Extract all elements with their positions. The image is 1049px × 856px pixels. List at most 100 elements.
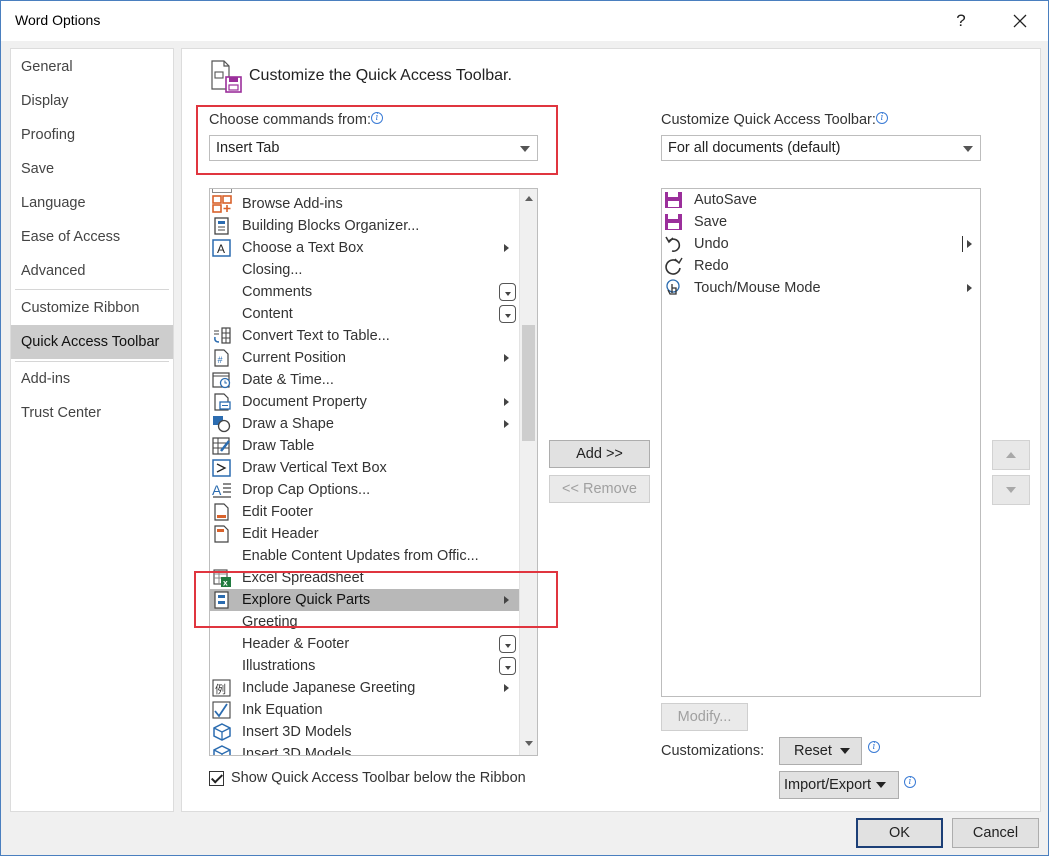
list-item[interactable]: Closing... (210, 259, 520, 281)
list-item[interactable]: Building Blocks Organizer... (210, 215, 520, 237)
info-icon[interactable]: i (868, 741, 880, 753)
nav-item-quick-access-toolbar[interactable]: Quick Access Toolbar (11, 325, 173, 359)
list-item[interactable]: Save (662, 211, 980, 233)
list-item-label: Draw Table (242, 438, 315, 454)
list-item-label: Comments (242, 284, 313, 300)
list-item-label: Insert 3D Models (242, 746, 352, 756)
quick-access-toolbar-icon (211, 60, 242, 93)
list-item[interactable]: Comments (210, 281, 520, 303)
svg-text:A: A (217, 242, 225, 256)
nav-item-trust-center[interactable]: Trust Center (11, 396, 173, 430)
list-item-label: Save (694, 214, 728, 230)
commands-list[interactable]: Browse Add-ins Building Blocks Organizer… (209, 188, 538, 756)
import-export-button[interactable]: Import/Export (779, 771, 899, 799)
show-below-ribbon-checkbox[interactable] (209, 771, 224, 786)
chevron-right-icon (504, 420, 509, 428)
text-box-icon: A (212, 239, 231, 257)
list-item[interactable]: Convert Text to Table... (210, 325, 520, 347)
list-item[interactable]: Touch/Mouse Mode (662, 277, 980, 299)
list-item-label: AutoSave (694, 192, 757, 208)
list-item[interactable]: Enable Content Updates from Offic... (210, 545, 520, 567)
list-item[interactable]: Browse Add-ins (210, 193, 520, 215)
list-item[interactable]: Draw a Shape (210, 413, 520, 435)
page-title: Customize the Quick Access Toolbar. (249, 67, 512, 84)
options-nav: General Display Proofing Save Language E… (10, 48, 174, 812)
scroll-thumb[interactable] (522, 325, 535, 441)
window-title: Word Options (15, 12, 101, 28)
info-icon[interactable]: i (875, 112, 888, 124)
list-item-label: Enable Content Updates from Offic... (242, 548, 479, 564)
list-item[interactable]: Insert 3D Models (210, 721, 520, 743)
list-item[interactable]: Date & Time... (210, 369, 520, 391)
list-item[interactable]: Draw Table (210, 435, 520, 457)
nav-item-proofing[interactable]: Proofing (11, 118, 173, 152)
current-position-icon: # (214, 349, 229, 367)
save-icon (665, 214, 682, 230)
list-item[interactable]: # Current Position (210, 347, 520, 369)
list-item[interactable]: A Choose a Text Box (210, 237, 520, 259)
nav-item-display[interactable]: Display (11, 84, 173, 118)
list-item[interactable]: Content (210, 303, 520, 325)
nav-item-ease-of-access[interactable]: Ease of Access (11, 220, 173, 254)
list-item-label: Edit Footer (242, 504, 313, 520)
toolbar-commands-list[interactable]: AutoSave Save Undo Redo Touch/Mouse Mode (661, 188, 981, 697)
chevron-down-icon (839, 748, 850, 755)
list-item-label: Edit Header (242, 526, 319, 542)
list-item[interactable]: Document Property (210, 391, 520, 413)
highlight-box (194, 571, 558, 628)
scroll-down-button[interactable] (520, 735, 537, 752)
nav-item-save[interactable]: Save (11, 152, 173, 186)
list-item-label: Draw a Shape (242, 416, 334, 432)
list-item[interactable]: A Drop Cap Options... (210, 479, 520, 501)
cancel-button[interactable]: Cancel (952, 818, 1039, 848)
list-item-label: Header & Footer (242, 636, 350, 652)
move-down-button[interactable] (992, 475, 1030, 505)
dropdown-icon (499, 283, 516, 301)
ink-equation-icon (212, 701, 231, 719)
help-button[interactable]: ? (946, 7, 976, 35)
reset-button[interactable]: Reset (779, 737, 862, 765)
list-item-label: Browse Add-ins (242, 196, 343, 212)
title-bar: Word Options ? (1, 1, 1048, 41)
touch-mode-icon (666, 279, 680, 295)
list-item[interactable]: Insert 3D Models (210, 743, 520, 756)
word-options-dialog: Word Options ? General Display Proofing … (0, 0, 1049, 856)
document-property-icon (214, 393, 231, 411)
add-ins-icon (212, 195, 232, 213)
move-up-button[interactable] (992, 440, 1030, 470)
close-icon (1013, 14, 1027, 28)
close-button[interactable] (1005, 7, 1035, 35)
scroll-up-button[interactable] (520, 190, 537, 207)
list-item[interactable]: Edit Footer (210, 501, 520, 523)
list-item[interactable]: Draw Vertical Text Box (210, 457, 520, 479)
nav-item-customize-ribbon[interactable]: Customize Ribbon (11, 291, 173, 325)
list-item[interactable]: Ink Equation (210, 699, 520, 721)
commands-scrollbar[interactable] (519, 189, 537, 755)
list-item[interactable]: AutoSave (662, 189, 980, 211)
undo-icon (665, 236, 681, 252)
list-item[interactable]: 例 Include Japanese Greeting (210, 677, 520, 699)
list-item[interactable]: Redo (662, 255, 980, 277)
list-item[interactable]: Header & Footer (210, 633, 520, 655)
list-item-label: Include Japanese Greeting (242, 680, 416, 696)
customize-toolbar-dropdown[interactable]: For all documents (default) (661, 135, 981, 161)
nav-item-advanced[interactable]: Advanced (11, 254, 173, 288)
nav-item-general[interactable]: General (11, 50, 173, 84)
vertical-text-box-icon (212, 459, 231, 477)
nav-item-add-ins[interactable]: Add-ins (11, 362, 173, 396)
list-item-label: Convert Text to Table... (242, 328, 390, 344)
modify-button[interactable]: Modify... (661, 703, 748, 731)
add-button[interactable]: Add >> (549, 440, 650, 468)
list-item-label: Building Blocks Organizer... (242, 218, 420, 234)
ok-button[interactable]: OK (856, 818, 943, 848)
customizations-label: Customizations: (661, 743, 765, 759)
arrow-up-icon (524, 196, 533, 201)
commands-rows: Browse Add-ins Building Blocks Organizer… (210, 189, 520, 756)
list-item-label: Content (242, 306, 293, 322)
remove-button[interactable]: << Remove (549, 475, 650, 503)
list-item[interactable]: Illustrations (210, 655, 520, 677)
info-icon[interactable]: i (904, 776, 916, 788)
list-item[interactable]: Undo (662, 233, 980, 255)
list-item[interactable]: Edit Header (210, 523, 520, 545)
nav-item-language[interactable]: Language (11, 186, 173, 220)
